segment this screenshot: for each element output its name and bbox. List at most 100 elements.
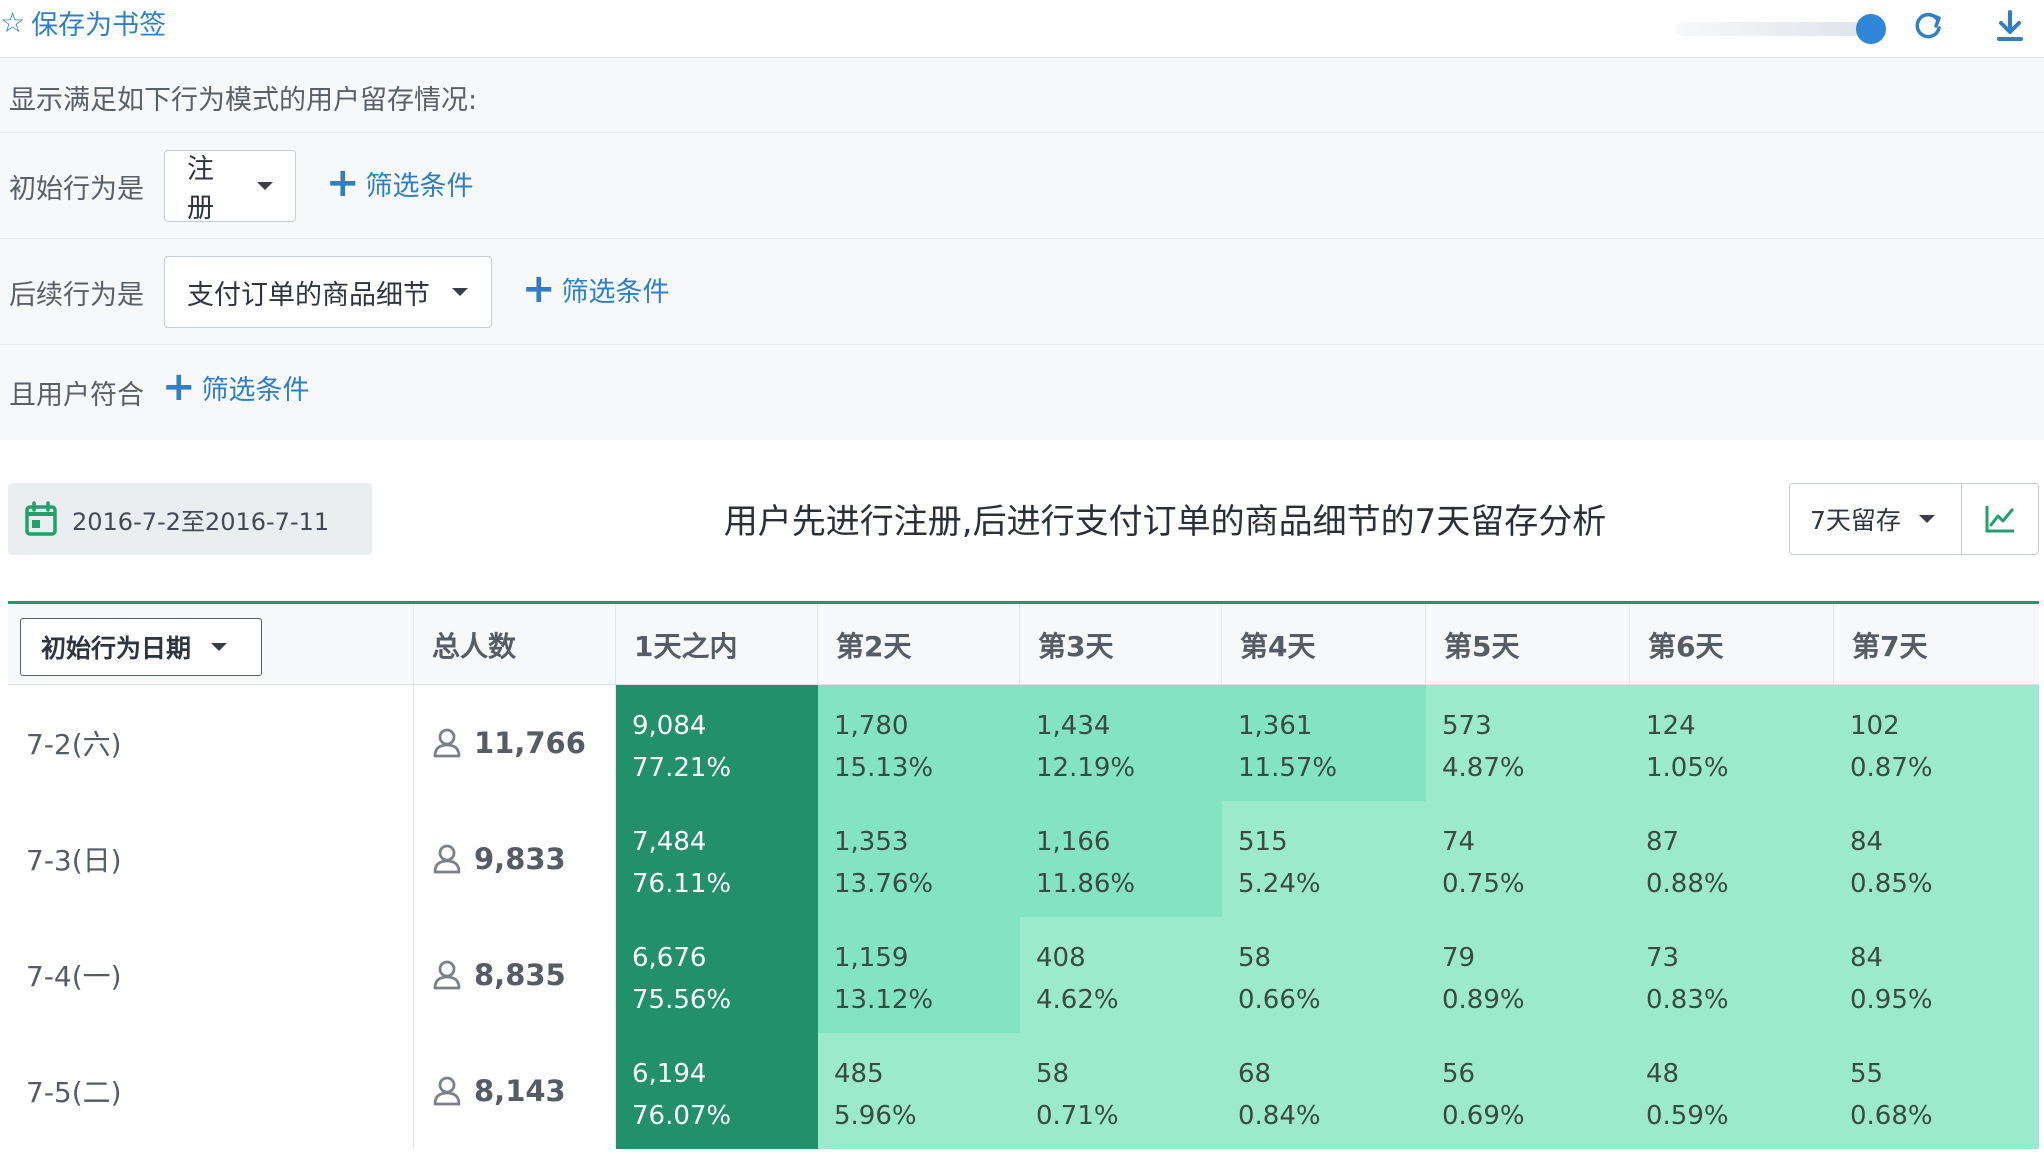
retention-cell[interactable]: 485 5.96% — [818, 1033, 1020, 1149]
retention-period-select[interactable]: 7天留存 — [1789, 483, 1962, 555]
retention-cell[interactable]: 102 0.87% — [1834, 685, 2039, 801]
user-icon — [433, 844, 461, 874]
row-date: 7-2(六) — [8, 685, 414, 801]
retention-percent: 0.87% — [1850, 753, 1933, 783]
retention-count: 7,484 — [632, 827, 707, 857]
retention-percent: 11.86% — [1036, 869, 1136, 899]
retention-cell[interactable]: 6,676 75.56% — [616, 917, 818, 1033]
caret-down-icon — [452, 288, 468, 296]
retention-cell[interactable]: 6,194 76.07% — [616, 1033, 818, 1149]
retention-count: 87 — [1646, 827, 1680, 857]
zoom-slider[interactable] — [1676, 14, 1886, 44]
retention-count: 48 — [1646, 1059, 1680, 1089]
day-column-header: 1天之内 — [616, 604, 818, 685]
retention-percent: 5.24% — [1238, 869, 1321, 899]
retention-cell[interactable]: 7,484 76.11% — [616, 801, 818, 917]
add-filter-label: 筛选条件 — [561, 276, 670, 308]
retention-count: 408 — [1036, 943, 1086, 973]
retention-percent: 4.87% — [1442, 753, 1525, 783]
day-column-header: 第3天 — [1020, 604, 1222, 685]
retention-cell[interactable]: 84 0.85% — [1834, 801, 2039, 917]
retention-cell[interactable]: 84 0.95% — [1834, 917, 2039, 1033]
retention-count: 102 — [1850, 711, 1900, 741]
retention-period-value: 7天留存 — [1810, 506, 1901, 535]
retention-count: 9,084 — [632, 711, 707, 741]
table-header: 初始行为日期 总人数 1天之内 第2天 第3天 第4天 第5天 第6天 第7天 — [8, 604, 2039, 685]
retention-cell[interactable]: 58 0.66% — [1222, 917, 1426, 1033]
retention-percent: 77.21% — [632, 753, 732, 783]
retention-count: 124 — [1646, 711, 1696, 741]
retention-cell[interactable]: 573 4.87% — [1426, 685, 1630, 801]
initial-behavior-label: 初始行为是 — [9, 174, 144, 205]
retention-count: 79 — [1442, 943, 1476, 973]
slider-handle[interactable] — [1856, 14, 1886, 44]
retention-count: 68 — [1238, 1059, 1272, 1089]
add-initial-filter-button[interactable]: + 筛选条件 — [326, 163, 474, 203]
filter-description: 显示满足如下行为模式的用户留存情况: — [9, 85, 478, 116]
next-behavior-row: 后续行为是 支付订单的商品细节 + 筛选条件 — [0, 239, 2044, 345]
retention-percent: 4.62% — [1036, 985, 1119, 1015]
retention-cell[interactable]: 87 0.88% — [1630, 801, 1834, 917]
line-chart-toggle-button[interactable] — [1961, 483, 2039, 555]
retention-cell[interactable]: 56 0.69% — [1426, 1033, 1630, 1149]
download-button[interactable] — [1990, 6, 2030, 46]
retention-cell[interactable]: 408 4.62% — [1020, 917, 1222, 1033]
retention-cell[interactable]: 1,353 13.76% — [818, 801, 1020, 917]
initial-behavior-row: 初始行为是 注册 + 筛选条件 — [0, 133, 2044, 239]
bookmark-label: 保存为书签 — [31, 9, 167, 41]
retention-percent: 0.89% — [1442, 985, 1525, 1015]
row-date: 7-5(二) — [8, 1033, 414, 1149]
retention-count: 84 — [1850, 827, 1884, 857]
total-users-header: 总人数 — [414, 604, 616, 685]
retention-cell[interactable]: 1,434 12.19% — [1020, 685, 1222, 801]
retention-cell[interactable]: 9,084 77.21% — [616, 685, 818, 801]
retention-count: 573 — [1442, 711, 1492, 741]
retention-cell[interactable]: 124 1.05% — [1630, 685, 1834, 801]
retention-count: 485 — [834, 1059, 884, 1089]
retention-count: 73 — [1646, 943, 1680, 973]
retention-cell[interactable]: 73 0.83% — [1630, 917, 1834, 1033]
day-column-header: 第5天 — [1426, 604, 1630, 685]
save-bookmark-link[interactable]: ☆ 保存为书签 — [0, 2, 166, 42]
row-total-users: 8,835 — [414, 917, 616, 1033]
retention-cell[interactable]: 515 5.24% — [1222, 801, 1426, 917]
retention-cell[interactable]: 48 0.59% — [1630, 1033, 1834, 1149]
retention-percent: 0.83% — [1646, 985, 1729, 1015]
date-range-text: 2016-7-2至2016-7-11 — [72, 507, 330, 536]
retention-cell[interactable]: 1,780 15.13% — [818, 685, 1020, 801]
filter-description-row: 显示满足如下行为模式的用户留存情况: — [0, 58, 2044, 133]
retention-cell[interactable]: 1,361 11.57% — [1222, 685, 1426, 801]
date-dimension-select[interactable]: 初始行为日期 — [20, 618, 262, 676]
add-user-filter-button[interactable]: + 筛选条件 — [162, 367, 310, 407]
retention-count: 1,361 — [1238, 711, 1313, 741]
add-filter-label: 筛选条件 — [201, 374, 310, 406]
add-next-filter-button[interactable]: + 筛选条件 — [522, 269, 670, 309]
caret-down-icon — [257, 182, 273, 190]
initial-behavior-select[interactable]: 注册 — [164, 150, 296, 224]
retention-percent: 11.57% — [1238, 753, 1338, 783]
retention-cell[interactable]: 1,159 13.12% — [818, 917, 1020, 1033]
retention-percent: 0.59% — [1646, 1101, 1729, 1131]
retention-cell[interactable]: 55 0.68% — [1834, 1033, 2039, 1149]
table-row: 7-3(日) 9,833 7,484 76.11% 1,353 13.76% 1,166 11… — [8, 801, 2039, 917]
next-behavior-select[interactable]: 支付订单的商品细节 — [164, 256, 492, 328]
row-date: 7-3(日) — [8, 801, 414, 917]
retention-cell[interactable]: 58 0.71% — [1020, 1033, 1222, 1149]
date-column-header: 初始行为日期 — [8, 604, 414, 685]
retention-cell[interactable]: 1,166 11.86% — [1020, 801, 1222, 917]
row-total-users: 11,766 — [414, 685, 616, 801]
total-users-value: 8,143 — [474, 1074, 566, 1108]
retention-cell[interactable]: 68 0.84% — [1222, 1033, 1426, 1149]
user-condition-row: 且用户符合 + 筛选条件 — [0, 345, 2044, 440]
next-behavior-label: 后续行为是 — [9, 280, 144, 311]
retention-percent: 13.76% — [834, 869, 934, 899]
retention-cell[interactable]: 74 0.75% — [1426, 801, 1630, 917]
retention-percent: 0.85% — [1850, 869, 1933, 899]
caret-down-icon — [1918, 515, 1935, 523]
retention-count: 1,434 — [1036, 711, 1111, 741]
date-range-picker[interactable]: 2016-7-2至2016-7-11 — [8, 483, 372, 555]
retention-count: 84 — [1850, 943, 1884, 973]
refresh-button[interactable] — [1908, 6, 1948, 46]
retention-percent: 0.95% — [1850, 985, 1933, 1015]
retention-cell[interactable]: 79 0.89% — [1426, 917, 1630, 1033]
